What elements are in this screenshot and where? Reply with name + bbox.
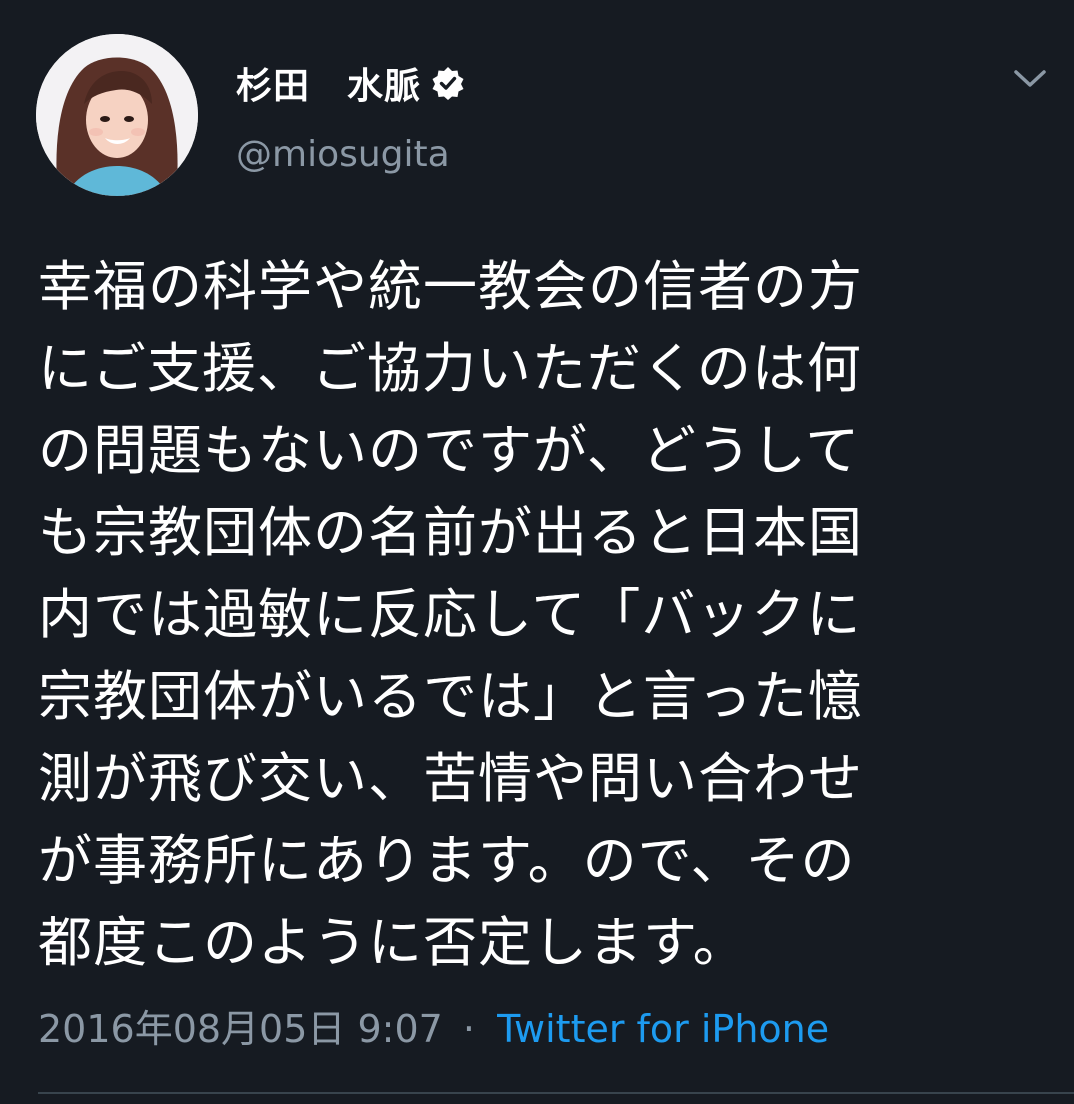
avatar-image — [36, 34, 198, 196]
tweet-card: 杉田 水脈 @miosugita 幸福の科学や統一教会の信者の方 にご支援、ご協… — [0, 0, 1074, 1104]
tweet-text-line: が事務所にあります。ので、その — [38, 829, 856, 892]
tweet-text-line: の問題もないのですが、どうして — [38, 419, 861, 482]
tweet-text-line: 幸福の科学や統一教会の信者の方 — [38, 255, 863, 318]
author-handle[interactable]: @miosugita — [236, 134, 450, 175]
divider — [38, 1092, 1074, 1094]
avatar[interactable] — [36, 34, 198, 196]
meta-separator: · — [462, 1007, 476, 1051]
tweet-text-line: 測が飛び交い、苦情や問い合わせ — [38, 747, 863, 810]
verified-badge-icon — [431, 66, 465, 100]
tweet-text-line: 都度このように否定します。 — [38, 911, 748, 974]
tweet-text-line: 内では過敏に反応して「バックに — [38, 583, 862, 646]
display-name[interactable]: 杉田 水脈 — [236, 57, 421, 109]
tweet-text-line: も宗教団体の名前が出ると日本国 — [38, 501, 863, 564]
author-name-row[interactable]: 杉田 水脈 — [236, 58, 465, 108]
tweet-header: 杉田 水脈 @miosugita — [0, 0, 1074, 220]
tweet-text-line: 宗教団体がいるでは」と言った憶 — [38, 665, 863, 728]
tweet-text-line: にご支援、ご協力いただくのは何 — [38, 337, 862, 400]
tweet-text: 幸福の科学や統一教会の信者の方 にご支援、ご協力いただくのは何 の問題もないので… — [38, 246, 1048, 984]
tweet-timestamp[interactable]: 2016年08月05日 9:07 — [38, 1007, 443, 1051]
tweet-meta: 2016年08月05日 9:07 · Twitter for iPhone — [38, 1004, 829, 1054]
chevron-down-icon[interactable] — [1010, 60, 1050, 96]
tweet-source-link[interactable]: Twitter for iPhone — [497, 1007, 829, 1051]
